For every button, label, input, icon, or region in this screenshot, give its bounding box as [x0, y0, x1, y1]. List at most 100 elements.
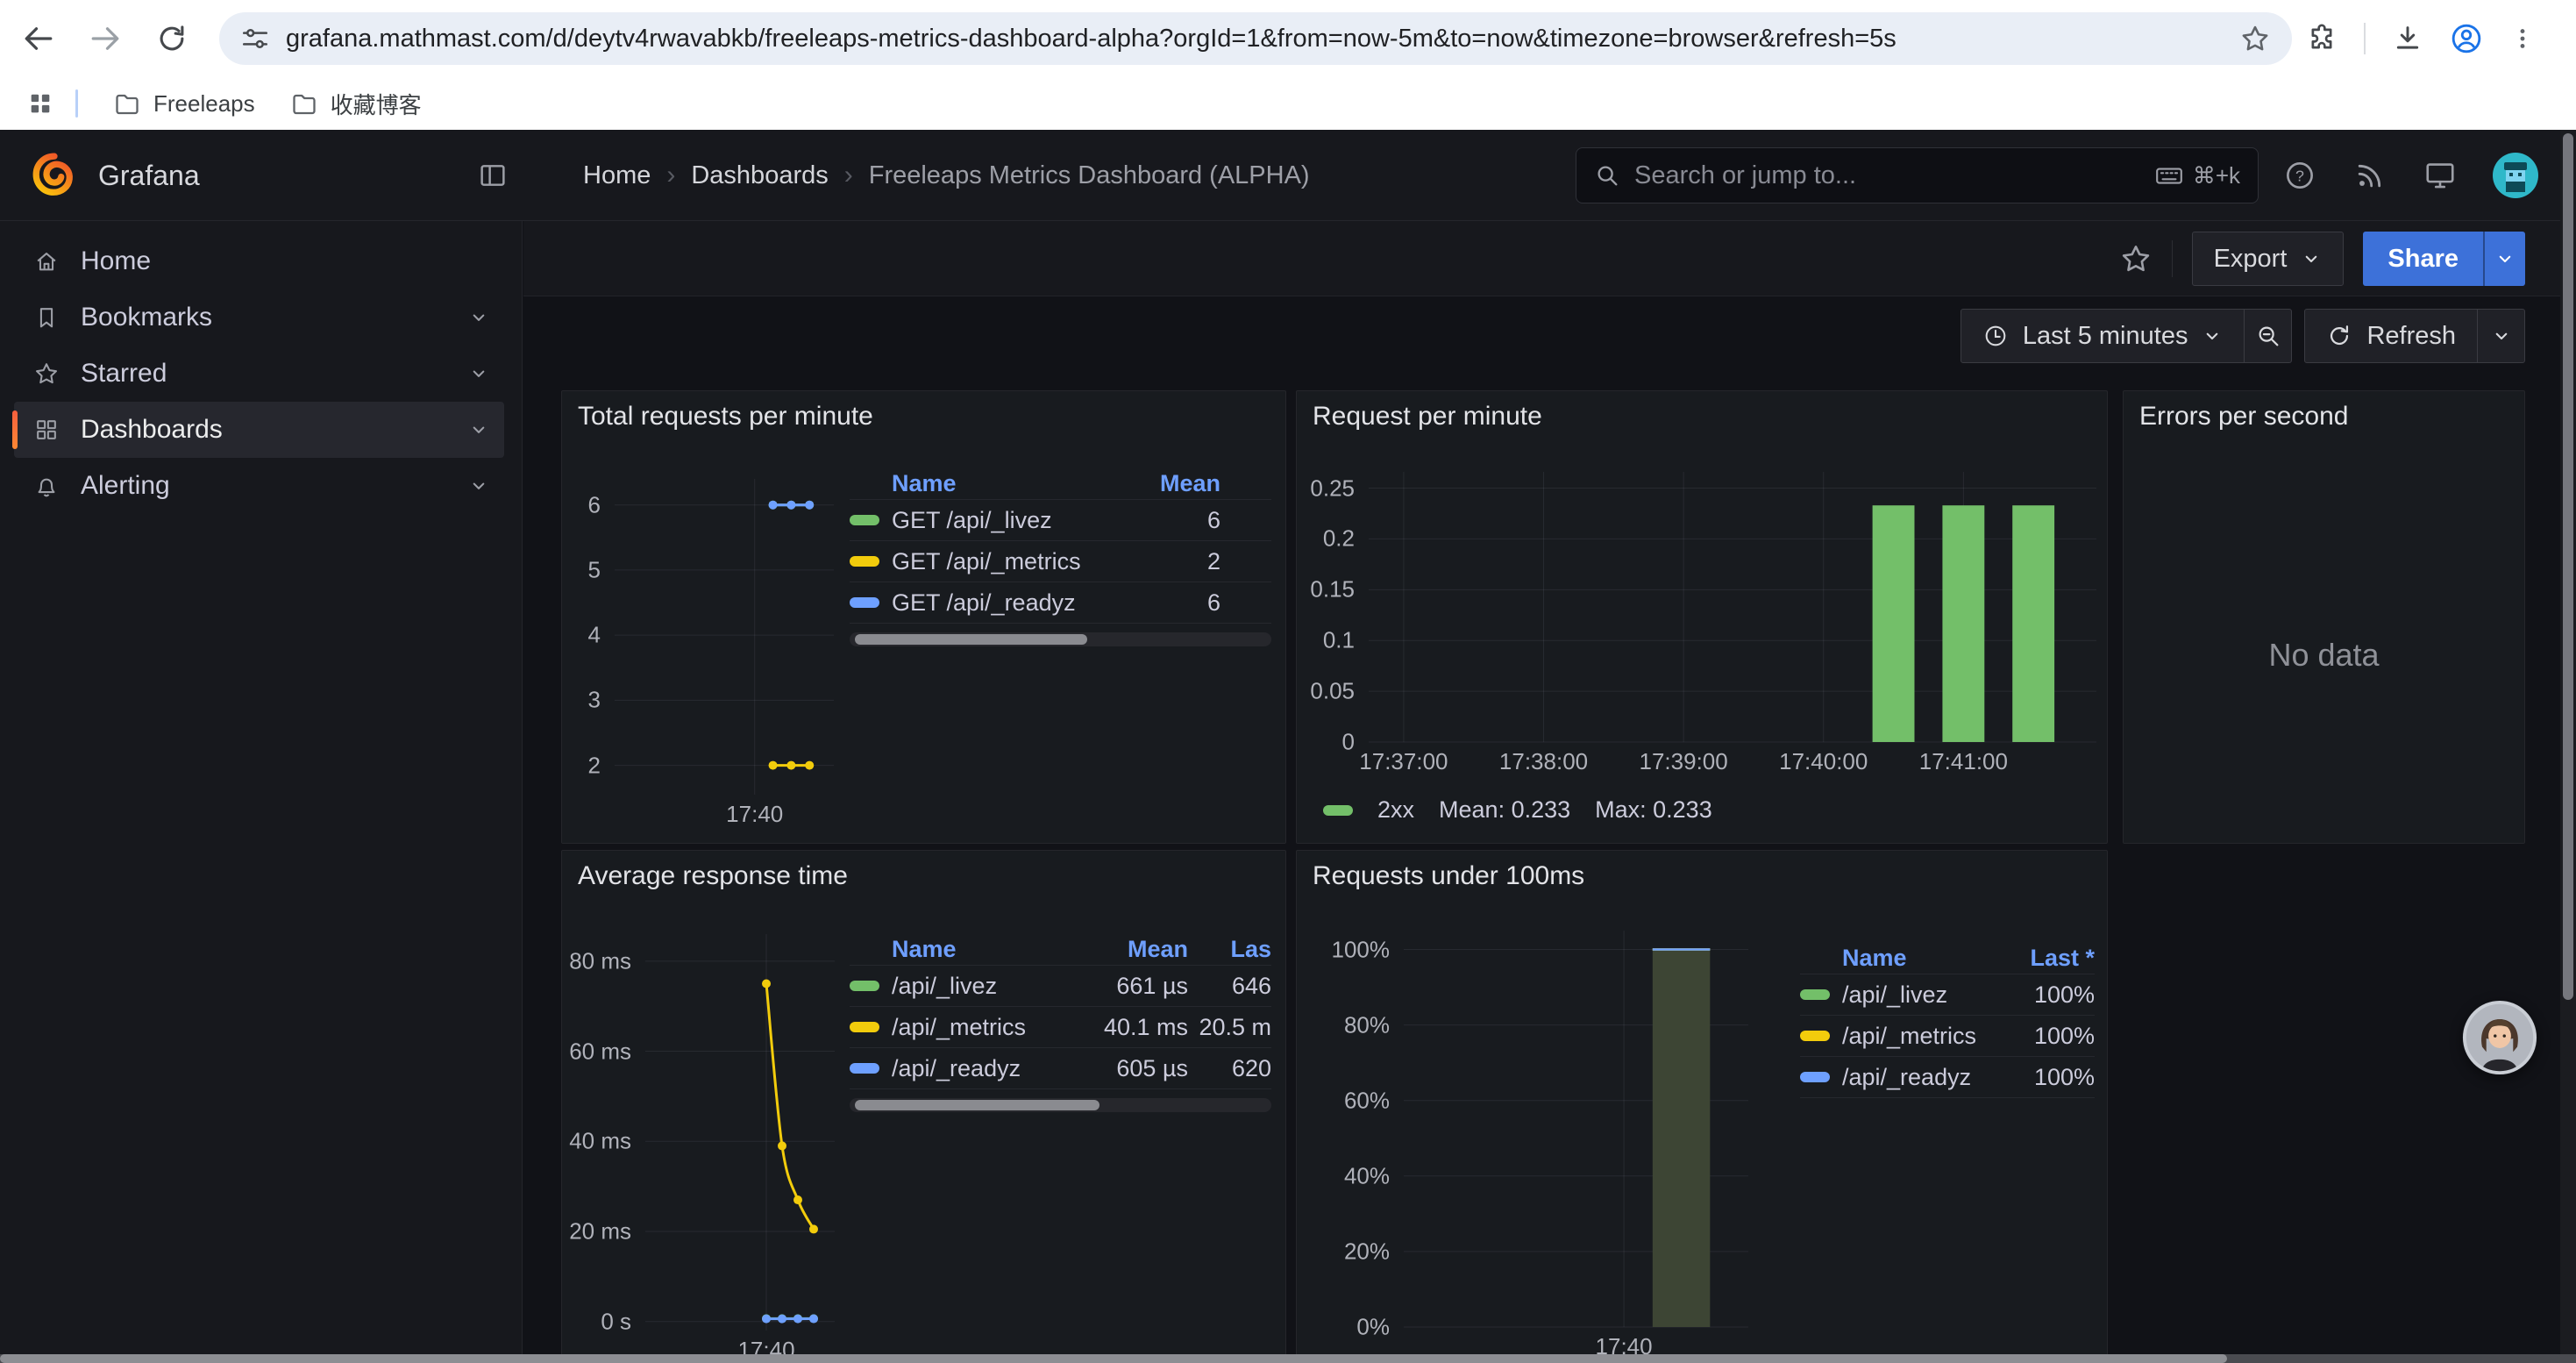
refresh-interval-button[interactable]: [2477, 310, 2524, 362]
series-name[interactable]: /api/_livez: [1842, 981, 2011, 1009]
export-button[interactable]: Export: [2192, 232, 2345, 286]
series-color-pill[interactable]: [1800, 989, 1830, 1000]
legend-col-name[interactable]: Name: [892, 470, 1107, 497]
sidebar-item-bookmarks[interactable]: Bookmarks: [14, 289, 504, 346]
legend-col-mean[interactable]: Mean: [1083, 936, 1188, 963]
y-axis-tick-label: 3: [588, 687, 601, 714]
series-name[interactable]: /api/_readyz: [1842, 1064, 2011, 1091]
y-axis-tick-label: 60%: [1344, 1087, 1390, 1114]
kiosk-mode-button[interactable]: [2423, 158, 2458, 193]
series-name[interactable]: GET /api/_metrics: [892, 548, 1107, 575]
series-name[interactable]: /api/_metrics: [892, 1014, 1083, 1041]
legend-col-mean[interactable]: Mean: [1107, 470, 1220, 497]
breadcrumb-dashboards[interactable]: Dashboards: [691, 161, 828, 190]
series-color-pill[interactable]: [850, 515, 879, 525]
expand-chevron-icon[interactable]: [467, 362, 490, 385]
sidebar-item-alerting[interactable]: Alerting: [14, 458, 504, 514]
horizontal-scrollbar[interactable]: [0, 1354, 2576, 1363]
url-text[interactable]: grafana.mathmast.com/d/deytv4rwavabkb/fr…: [286, 25, 2239, 54]
series-color-pill[interactable]: [850, 1022, 879, 1032]
series-last: 646: [1188, 973, 1271, 1000]
download-icon[interactable]: [2392, 23, 2423, 54]
user-avatar[interactable]: [2493, 153, 2538, 198]
browser-toolbar: grafana.mathmast.com/d/deytv4rwavabkb/fr…: [0, 0, 2576, 77]
site-settings-icon[interactable]: [240, 24, 270, 54]
panel-title[interactable]: Requests under 100ms: [1313, 861, 1584, 891]
legend-scrollbar-thumb[interactable]: [855, 1100, 1099, 1110]
series-color-pill[interactable]: [850, 597, 879, 608]
series-name[interactable]: /api/_livez: [892, 973, 1083, 1000]
panel-title[interactable]: Average response time: [578, 861, 848, 891]
browser-menu-icon[interactable]: [2509, 25, 2536, 52]
collapse-sidebar-button[interactable]: [473, 156, 512, 195]
series-legend-item[interactable]: 2xx: [1323, 796, 1414, 824]
dashboards-icon: [33, 417, 60, 443]
y-axis-tick-label: 4: [588, 622, 601, 649]
x-axis-tick-label: 17:40:00: [1779, 748, 1868, 775]
legend-row: /api/_metrics 40.1 ms 20.5 m: [850, 1007, 1271, 1048]
panel-title[interactable]: Request per minute: [1313, 402, 1542, 432]
monitor-icon: [2423, 159, 2457, 192]
zoom-out-button[interactable]: [2244, 310, 2291, 362]
series-color-pill[interactable]: [850, 556, 879, 567]
legend-col-name[interactable]: Name: [1842, 945, 2011, 972]
folder-icon: [113, 89, 141, 118]
share-menu-button[interactable]: [2483, 232, 2525, 286]
vertical-scrollbar[interactable]: [2560, 130, 2576, 1354]
breadcrumb-home[interactable]: Home: [583, 161, 651, 190]
profile-icon[interactable]: [2450, 22, 2483, 55]
expand-chevron-icon[interactable]: [467, 418, 490, 441]
bookmark-folder-blogs[interactable]: 收藏博客: [273, 82, 439, 125]
bookmark-folder-freeleaps[interactable]: Freeleaps: [96, 82, 273, 125]
series-name: 2xx: [1377, 796, 1414, 824]
extensions-icon[interactable]: [2306, 23, 2338, 54]
back-button[interactable]: [19, 19, 58, 58]
series-name[interactable]: /api/_readyz: [892, 1055, 1083, 1082]
forward-button[interactable]: [86, 19, 125, 58]
y-axis-tick-label: 0.05: [1310, 678, 1355, 705]
chart-plot-area[interactable]: 6543217:40: [615, 479, 834, 795]
vertical-scrollbar-thumb[interactable]: [2563, 133, 2573, 1000]
legend-col-last[interactable]: Last *: [2011, 945, 2095, 972]
panel-title[interactable]: Errors per second: [2139, 402, 2348, 432]
series-color-pill[interactable]: [1800, 1031, 1830, 1041]
legend-scrollbar-thumb[interactable]: [855, 634, 1087, 645]
reload-button[interactable]: [153, 19, 191, 58]
chart-plot-area[interactable]: 100%80%60%40%20%0%17:40: [1404, 931, 1748, 1327]
favorite-star-icon[interactable]: [2119, 242, 2153, 275]
series-color-pill[interactable]: [1800, 1072, 1830, 1082]
time-range-picker[interactable]: Last 5 minutes: [1960, 309, 2293, 363]
horizontal-scrollbar-thumb[interactable]: [0, 1354, 2227, 1363]
news-button[interactable]: [2352, 158, 2387, 193]
sidebar-item-dashboards[interactable]: Dashboards: [14, 402, 504, 458]
series-max-label: Max: 0.233: [1595, 796, 1712, 824]
series-name[interactable]: /api/_metrics: [1842, 1023, 2011, 1050]
expand-chevron-icon[interactable]: [467, 475, 490, 497]
address-bar[interactable]: grafana.mathmast.com/d/deytv4rwavabkb/fr…: [219, 12, 2292, 65]
share-button[interactable]: Share: [2363, 232, 2525, 286]
refresh-icon: [2326, 323, 2352, 349]
legend-col-name[interactable]: Name: [892, 936, 1083, 963]
series-name[interactable]: GET /api/_readyz: [892, 589, 1107, 617]
refresh-button[interactable]: Refresh: [2304, 309, 2525, 363]
series-color-pill[interactable]: [850, 1063, 879, 1074]
chart-plot-area[interactable]: 0.250.20.150.10.05017:37:0017:38:0017:39…: [1369, 472, 2096, 742]
help-button[interactable]: ?: [2282, 158, 2317, 193]
legend-col-last[interactable]: Las: [1188, 936, 1271, 963]
chart-plot-area[interactable]: 80 ms60 ms40 ms20 ms0 s17:40: [645, 934, 835, 1331]
legend-scrollbar[interactable]: [850, 632, 1271, 646]
apps-grid-button[interactable]: [21, 84, 60, 123]
sidebar-item-label: Starred: [81, 359, 167, 389]
assistant-avatar[interactable]: [2462, 1000, 2537, 1075]
series-color-pill[interactable]: [850, 981, 879, 991]
panel-title[interactable]: Total requests per minute: [578, 402, 873, 432]
sidebar-item-starred[interactable]: Starred: [14, 346, 504, 402]
bookmark-star-icon[interactable]: [2239, 23, 2271, 54]
search-input[interactable]: Search or jump to... ⌘+k: [1576, 147, 2259, 203]
series-name[interactable]: GET /api/_livez: [892, 507, 1107, 534]
series-last: 100%: [2011, 1023, 2095, 1050]
brand[interactable]: Grafana: [32, 130, 200, 221]
sidebar-item-home[interactable]: Home: [14, 233, 504, 289]
legend-scrollbar[interactable]: [850, 1098, 1271, 1112]
expand-chevron-icon[interactable]: [467, 306, 490, 329]
